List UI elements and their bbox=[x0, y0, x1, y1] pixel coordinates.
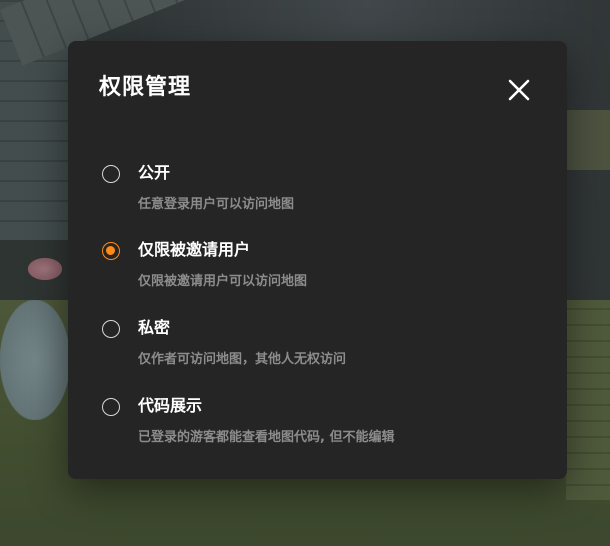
dialog-title: 权限管理 bbox=[99, 75, 192, 100]
option-code-display[interactable]: 代码展示 已登录的游客都能查看地图代码, 但不能编辑 bbox=[102, 395, 542, 455]
option-description: 仅作者可访问地图，其他人无权访问 bbox=[138, 352, 347, 367]
radio-invited-only[interactable] bbox=[102, 242, 120, 260]
option-public[interactable]: 公开 任意登录用户可以访问地图 bbox=[102, 162, 542, 222]
option-label: 公开 bbox=[138, 163, 171, 182]
option-label: 私密 bbox=[138, 318, 171, 337]
game-viewport: 权限管理 公开 任意登录用户可以访问地图 仅限被邀请用户 仅限被邀请用户可以访问… bbox=[0, 0, 610, 546]
radio-private[interactable] bbox=[102, 320, 120, 338]
close-icon bbox=[508, 79, 530, 101]
radio-public[interactable] bbox=[102, 165, 120, 183]
close-button[interactable] bbox=[504, 75, 534, 105]
radio-code-display[interactable] bbox=[102, 398, 120, 416]
option-label: 仅限被邀请用户 bbox=[138, 240, 251, 259]
option-description: 仅限被邀请用户可以访问地图 bbox=[138, 274, 308, 289]
permission-dialog: 权限管理 公开 任意登录用户可以访问地图 仅限被邀请用户 仅限被邀请用户可以访问… bbox=[68, 41, 567, 479]
option-description: 任意登录用户可以访问地图 bbox=[138, 197, 295, 212]
option-private[interactable]: 私密 仅作者可访问地图，其他人无权访问 bbox=[102, 317, 542, 377]
option-invited-only[interactable]: 仅限被邀请用户 仅限被邀请用户可以访问地图 bbox=[102, 239, 542, 299]
option-description: 已登录的游客都能查看地图代码, 但不能编辑 bbox=[138, 430, 395, 445]
option-label: 代码展示 bbox=[138, 396, 203, 415]
